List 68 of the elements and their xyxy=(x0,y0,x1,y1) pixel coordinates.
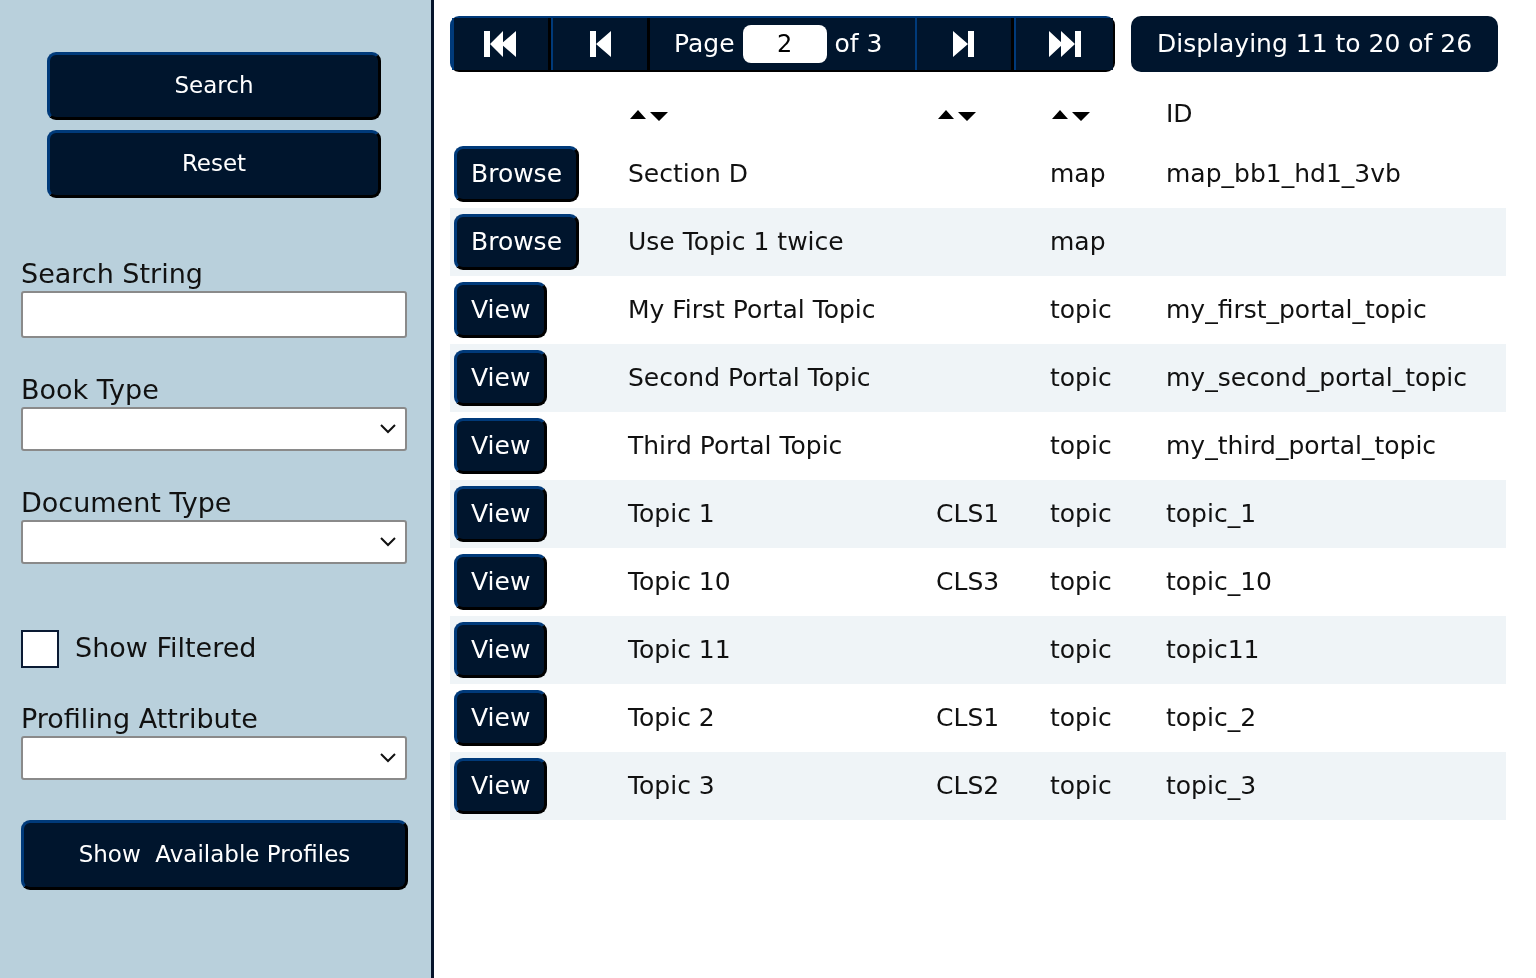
table-cell: Second Portal Topic xyxy=(628,363,871,393)
search-string-field[interactable] xyxy=(21,291,407,339)
table-cell: CLS2 xyxy=(936,771,1000,801)
table-cell: topic xyxy=(1050,363,1112,393)
page-label: Page xyxy=(674,28,735,61)
show-profiles-button[interactable]: Show Available Profiles xyxy=(21,819,408,890)
table-cell: my_third_portal_topic xyxy=(1166,431,1437,461)
table-cell: Topic 2 xyxy=(628,703,715,733)
field-label: Search String xyxy=(21,257,204,291)
chevron-down-icon xyxy=(379,423,397,436)
table-cell: topic xyxy=(1050,295,1112,325)
table-cell: my_first_portal_topic xyxy=(1166,295,1427,325)
row-action-button[interactable]: View xyxy=(454,486,548,542)
row-action-button[interactable]: View xyxy=(454,690,548,746)
row-action-button[interactable]: View xyxy=(454,758,548,814)
table-cell: Topic 10 xyxy=(628,567,731,597)
row-action-button[interactable]: Browse xyxy=(454,146,580,202)
field-label: Document Type xyxy=(21,486,233,521)
checkbox[interactable] xyxy=(21,629,59,668)
previous-page-button[interactable] xyxy=(551,18,650,70)
field-label: Book Type xyxy=(21,373,160,408)
row-action-button[interactable]: Browse xyxy=(454,214,580,270)
table-cell: Topic 11 xyxy=(628,635,731,665)
table-cell: CLS3 xyxy=(936,567,1000,597)
table-cell: My First Portal Topic xyxy=(628,295,876,325)
table-cell: topic_10 xyxy=(1166,567,1272,597)
table-cell: topic xyxy=(1050,635,1112,665)
table-cell: my_second_portal_topic xyxy=(1166,363,1467,393)
table-cell: topic xyxy=(1050,431,1112,461)
sidebar-button[interactable]: Search xyxy=(47,52,381,120)
row-action-button[interactable]: View xyxy=(454,554,548,610)
row-action-button[interactable]: View xyxy=(454,282,548,338)
last-page-button[interactable] xyxy=(1014,18,1113,70)
dropdown-field[interactable] xyxy=(21,407,407,452)
table-cell: map_bb1_hd1_3vb xyxy=(1166,159,1401,189)
table-cell: map xyxy=(1050,159,1106,189)
table-cell: Topic 3 xyxy=(628,771,715,801)
field-label: Profiling Attribute xyxy=(21,701,259,736)
table-cell: Topic 1 xyxy=(628,499,715,529)
chevron-down-icon xyxy=(379,751,397,764)
chevron-down-icon xyxy=(379,536,397,549)
row-action-button[interactable]: View xyxy=(454,418,548,474)
table-cell: topic xyxy=(1050,499,1112,529)
table-cell: topic_3 xyxy=(1166,771,1257,801)
table-cell: topic xyxy=(1050,567,1112,597)
table-cell: topic_2 xyxy=(1166,703,1257,733)
table-cell: topic xyxy=(1050,771,1112,801)
table-cell: map xyxy=(1050,227,1106,257)
table-cell: CLS1 xyxy=(936,703,1000,733)
table-cell: Section D xyxy=(628,159,749,189)
dropdown-field[interactable] xyxy=(21,520,407,565)
dropdown-field[interactable] xyxy=(21,735,407,780)
table-cell: topic xyxy=(1050,703,1112,733)
table-cell: Use Topic 1 twice xyxy=(628,227,844,257)
row-action-button[interactable]: View xyxy=(454,350,548,406)
table-cell: topic_1 xyxy=(1166,499,1257,529)
first-page-button[interactable] xyxy=(452,18,551,70)
row-action-button[interactable]: View xyxy=(454,622,548,678)
next-page-button[interactable] xyxy=(915,18,1014,70)
table-cell: Third Portal Topic xyxy=(628,431,843,461)
table-cell: topic11 xyxy=(1166,635,1260,665)
display-range-label: Displaying 11 to 20 of 26 xyxy=(1131,16,1499,72)
sidebar-button[interactable]: Reset xyxy=(47,130,381,198)
page-number-field[interactable]: 2 xyxy=(742,25,827,63)
checkbox-label: Show Filtered xyxy=(75,631,257,666)
page-count-label: of 3 xyxy=(834,28,883,61)
column-header: ID xyxy=(1166,99,1193,129)
table-cell: CLS1 xyxy=(936,499,1000,529)
